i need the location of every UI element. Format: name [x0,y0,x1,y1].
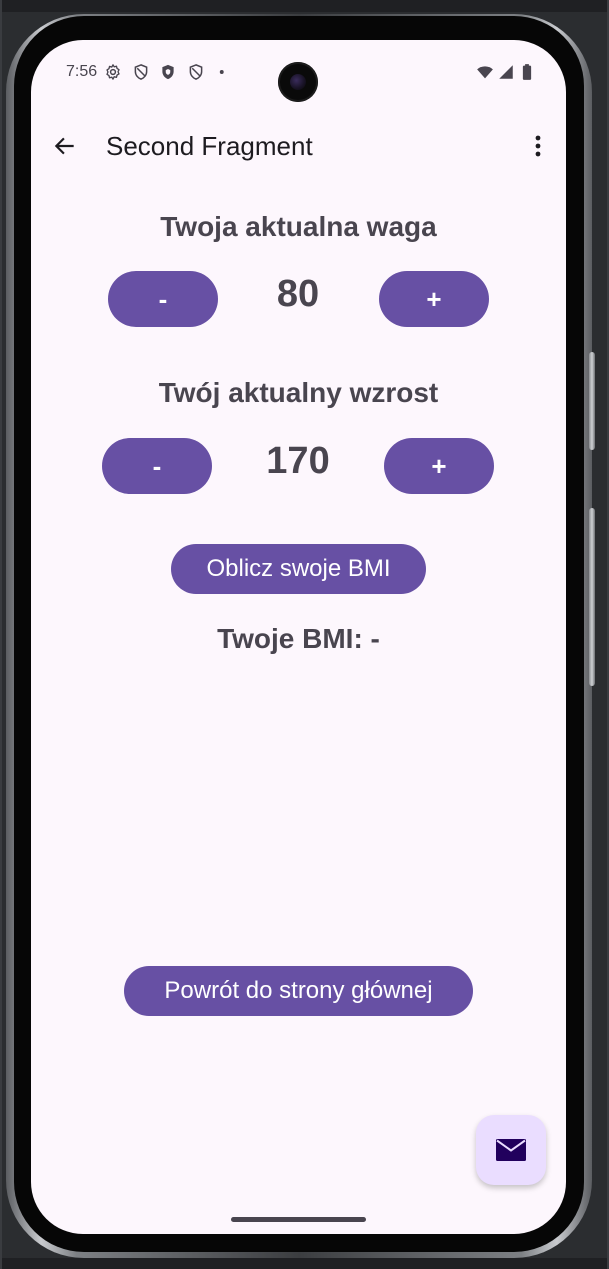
back-button[interactable] [47,126,83,166]
battery-icon [522,64,532,80]
email-fab[interactable] [476,1115,546,1185]
shield-outline-icon [134,64,148,80]
overflow-menu-button[interactable] [525,126,551,166]
app-toolbar: Second Fragment [31,118,566,174]
emulator-left-edge [0,0,2,1269]
weight-value: 80 [276,273,320,315]
camera-lens [290,74,306,90]
status-bar: 7:56 [31,40,566,106]
shield-outline-icon [189,64,203,80]
more-vert-icon [535,135,541,157]
phone-screen: 7:56 Second Fragment Twoja aktualna waga… [31,40,566,1234]
weight-decrement-button[interactable]: - [108,271,218,327]
bmi-result: Twoje BMI: - [217,623,380,654]
height-increment-button[interactable]: + [384,438,494,494]
emulator-top-edge [0,0,609,12]
mail-icon [496,1139,526,1161]
status-time: 7:56 [66,63,98,80]
calculate-bmi-button[interactable]: Oblicz swoje BMI [171,544,426,594]
height-heading: Twój aktualny wzrost [158,377,439,408]
volume-button[interactable] [589,352,595,450]
back-home-button[interactable]: Powrót do strony głównej [124,966,473,1016]
wifi-icon [477,66,493,79]
shield-filled-icon [162,64,174,80]
notification-dot-icon [219,70,224,74]
weight-increment-button[interactable]: + [379,271,489,327]
toolbar-title: Second Fragment [106,131,313,161]
settings-icon [106,64,120,80]
emulator-stage: 7:56 Second Fragment Twoja aktualna waga… [0,0,609,1269]
signal-icon [499,65,513,79]
power-button[interactable] [589,508,595,686]
front-camera [278,62,318,102]
height-value: 170 [266,440,330,482]
weight-heading: Twoja aktualna waga [160,211,437,242]
emulator-bottom-edge [0,1258,609,1269]
height-decrement-button[interactable]: - [102,438,212,494]
gesture-navigation-bar[interactable] [231,1217,366,1222]
arrow-back-icon [54,137,74,155]
